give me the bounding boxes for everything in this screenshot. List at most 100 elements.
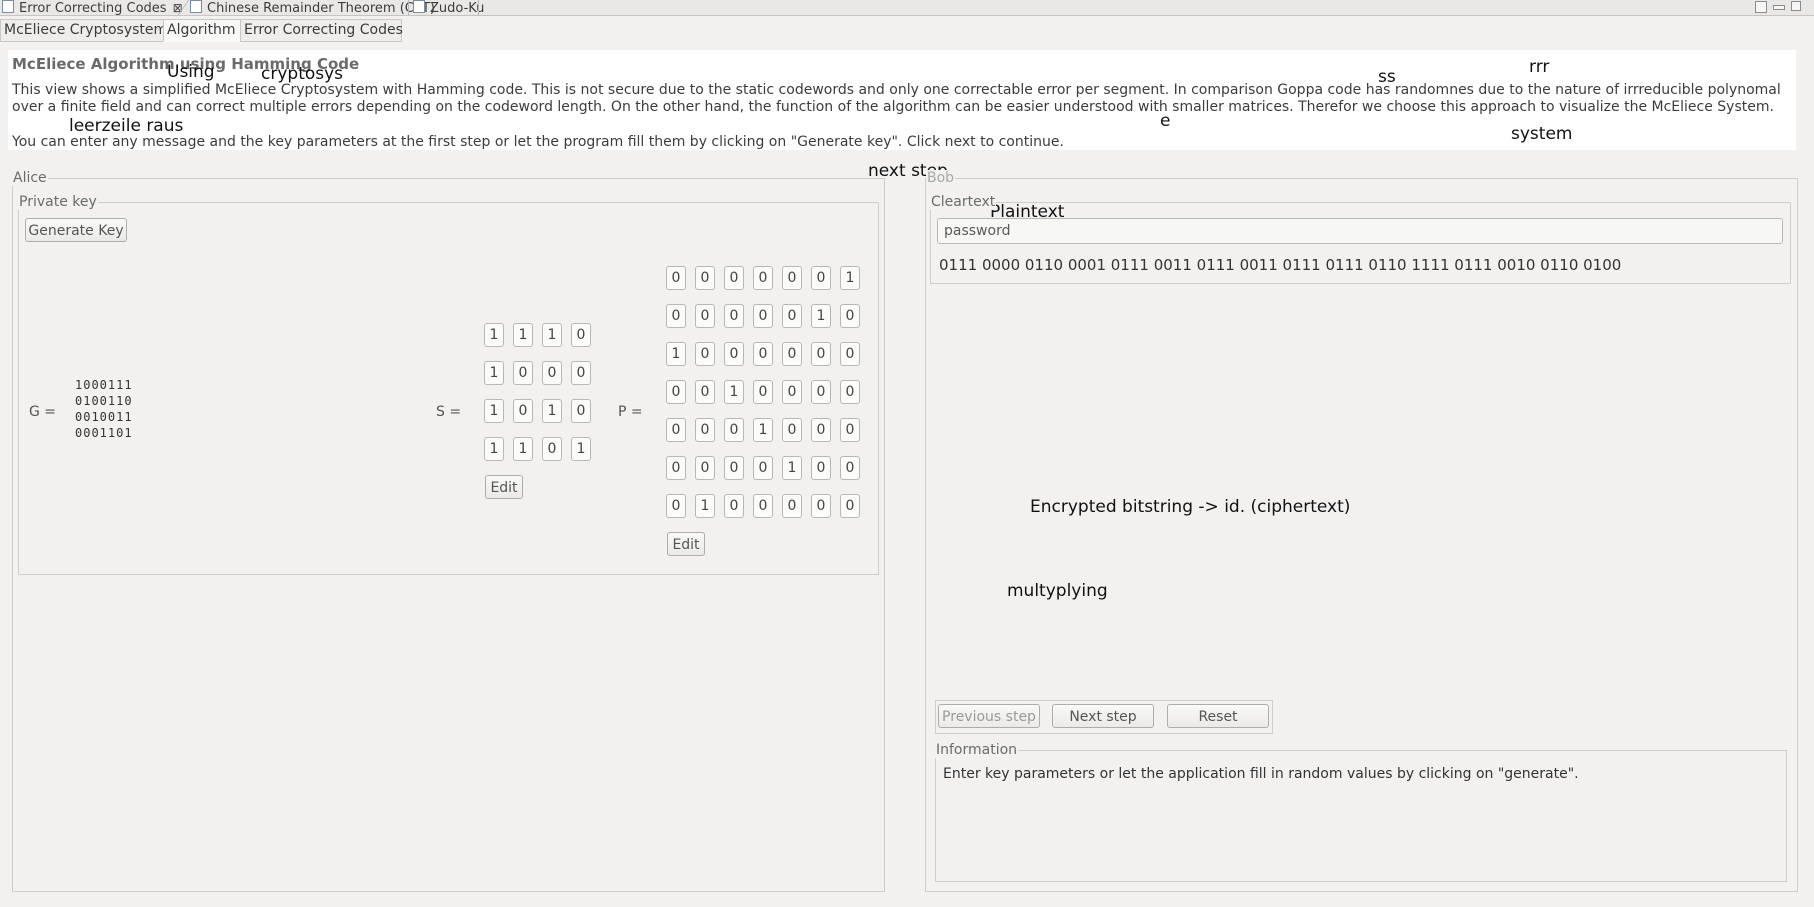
matrix-cell[interactable]: 1	[484, 437, 504, 461]
bitstring-output: 0111 0000 0110 0001 0111 0011 0111 0011 …	[939, 256, 1622, 274]
description-text: This view shows a simplified McEliece Cr…	[12, 82, 1781, 115]
matrix-cell[interactable]: 0	[811, 266, 831, 290]
instructions-text: You can enter any message and the key pa…	[12, 134, 1064, 150]
matrix-cell[interactable]: 0	[695, 266, 715, 290]
matrix-cell[interactable]: 0	[724, 304, 744, 328]
matrix-cell[interactable]: 0	[666, 418, 686, 442]
generate-key-button[interactable]: Generate Key	[25, 218, 127, 242]
matrix-cell[interactable]: 0	[782, 418, 802, 442]
private-key-label: Private key	[18, 194, 98, 210]
matrix-cell[interactable]: 0	[666, 380, 686, 404]
matrix-cell[interactable]: 1	[840, 266, 860, 290]
matrix-cell[interactable]: 0	[724, 342, 744, 366]
new-window-icon[interactable]	[1755, 1, 1767, 13]
matrix-cell[interactable]: 0	[811, 494, 831, 518]
matrix-cell[interactable]: 0	[695, 304, 715, 328]
s-edit-button[interactable]: Edit	[485, 475, 523, 499]
matrix-cell[interactable]: 0	[753, 342, 773, 366]
reset-button[interactable]: Reset	[1167, 704, 1269, 728]
matrix-cell[interactable]: 0	[782, 266, 802, 290]
matrix-cell[interactable]: 0	[811, 342, 831, 366]
matrix-cell[interactable]: 0	[571, 323, 591, 347]
private-key-group	[18, 202, 879, 575]
matrix-cell[interactable]: 1	[484, 323, 504, 347]
matrix-cell[interactable]: 1	[753, 418, 773, 442]
matrix-cell[interactable]: 0	[666, 266, 686, 290]
annotation-system: system	[1511, 124, 1573, 144]
matrix-cell[interactable]: 0	[724, 418, 744, 442]
matrix-cell[interactable]: 0	[695, 456, 715, 480]
annotation-e: e	[1160, 111, 1171, 131]
editor-tab-label: Error Correcting Codes	[19, 1, 167, 16]
matrix-cell[interactable]: 0	[840, 304, 860, 328]
matrix-cell[interactable]: 0	[753, 304, 773, 328]
maximize-icon[interactable]	[1791, 1, 1801, 11]
matrix-cell[interactable]: 0	[811, 418, 831, 442]
matrix-cell[interactable]: 1	[484, 361, 504, 385]
matrix-cell[interactable]: 0	[666, 494, 686, 518]
matrix-cell[interactable]: 0	[571, 399, 591, 423]
cleartext-input[interactable]: password	[937, 218, 1783, 244]
minimize-icon[interactable]	[1773, 5, 1785, 10]
matrix-cell[interactable]: 0	[753, 456, 773, 480]
matrix-cell[interactable]: 0	[811, 456, 831, 480]
document-icon	[2, 0, 14, 13]
information-label: Information	[935, 742, 1019, 758]
matrix-cell[interactable]: 0	[782, 380, 802, 404]
tab-error-correcting-codes[interactable]: Error Correcting Codes	[240, 19, 403, 42]
matrix-cell[interactable]: 1	[695, 494, 715, 518]
matrix-cell[interactable]: 0	[724, 266, 744, 290]
matrix-cell[interactable]: 0	[782, 304, 802, 328]
p-matrix-label: P =	[618, 404, 643, 420]
matrix-cell[interactable]: 0	[753, 380, 773, 404]
matrix-cell[interactable]: 0	[782, 494, 802, 518]
matrix-cell[interactable]: 1	[513, 437, 533, 461]
previous-step-button[interactable]: Previous step	[938, 704, 1040, 728]
matrix-cell[interactable]: 0	[840, 342, 860, 366]
matrix-cell[interactable]: 0	[666, 304, 686, 328]
matrix-cell[interactable]: 0	[513, 361, 533, 385]
matrix-cell[interactable]: 0	[666, 456, 686, 480]
tab-divider	[408, 0, 409, 15]
matrix-cell[interactable]: 0	[695, 418, 715, 442]
editor-tab-error-correcting-codes[interactable]: Error Correcting Codes ⊠	[2, 0, 183, 16]
tab-mceliece-cryptosystem[interactable]: McEliece Cryptosystem	[0, 19, 167, 42]
matrix-cell[interactable]: 0	[542, 361, 562, 385]
p-edit-button[interactable]: Edit	[667, 532, 705, 556]
matrix-cell[interactable]: 0	[695, 380, 715, 404]
matrix-cell[interactable]: 0	[782, 342, 802, 366]
editor-tab-label: Chinese Remainder Theorem (CRT)	[207, 1, 435, 16]
matrix-cell[interactable]: 1	[724, 380, 744, 404]
matrix-cell[interactable]: 1	[782, 456, 802, 480]
matrix-cell[interactable]: 0	[571, 361, 591, 385]
matrix-cell[interactable]: 0	[513, 399, 533, 423]
editor-tab-zudoku[interactable]: Zudo-Ku	[413, 0, 484, 16]
matrix-cell[interactable]: 0	[724, 456, 744, 480]
matrix-cell[interactable]: 0	[695, 342, 715, 366]
matrix-cell[interactable]: 0	[811, 380, 831, 404]
g-matrix-row: 0001101	[75, 426, 133, 440]
matrix-cell[interactable]: 0	[840, 380, 860, 404]
next-step-button[interactable]: Next step	[1052, 704, 1154, 728]
matrix-cell[interactable]: 0	[840, 494, 860, 518]
puzzle-icon	[413, 0, 425, 13]
matrix-cell[interactable]: 0	[840, 456, 860, 480]
matrix-cell[interactable]: 1	[484, 399, 504, 423]
annotation-leerzeile: leerzeile raus	[69, 116, 184, 136]
matrix-cell[interactable]: 1	[571, 437, 591, 461]
annotation-rrr: rrr	[1529, 57, 1550, 77]
matrix-cell[interactable]: 0	[753, 266, 773, 290]
matrix-cell[interactable]: 1	[542, 399, 562, 423]
matrix-cell[interactable]: 1	[811, 304, 831, 328]
matrix-cell[interactable]: 0	[724, 494, 744, 518]
matrix-cell[interactable]: 1	[542, 323, 562, 347]
tab-algorithm[interactable]: Algorithm	[163, 19, 242, 42]
matrix-cell[interactable]: 0	[753, 494, 773, 518]
sub-tab-bar: McEliece Cryptosystem Algorithm Error Co…	[0, 19, 1814, 42]
matrix-cell[interactable]: 0	[840, 418, 860, 442]
matrix-cell[interactable]: 0	[542, 437, 562, 461]
editor-tab-crt[interactable]: Chinese Remainder Theorem (CRT)	[190, 0, 435, 16]
annotation-using: Using	[167, 62, 215, 82]
matrix-cell[interactable]: 1	[666, 342, 686, 366]
matrix-cell[interactable]: 1	[513, 323, 533, 347]
